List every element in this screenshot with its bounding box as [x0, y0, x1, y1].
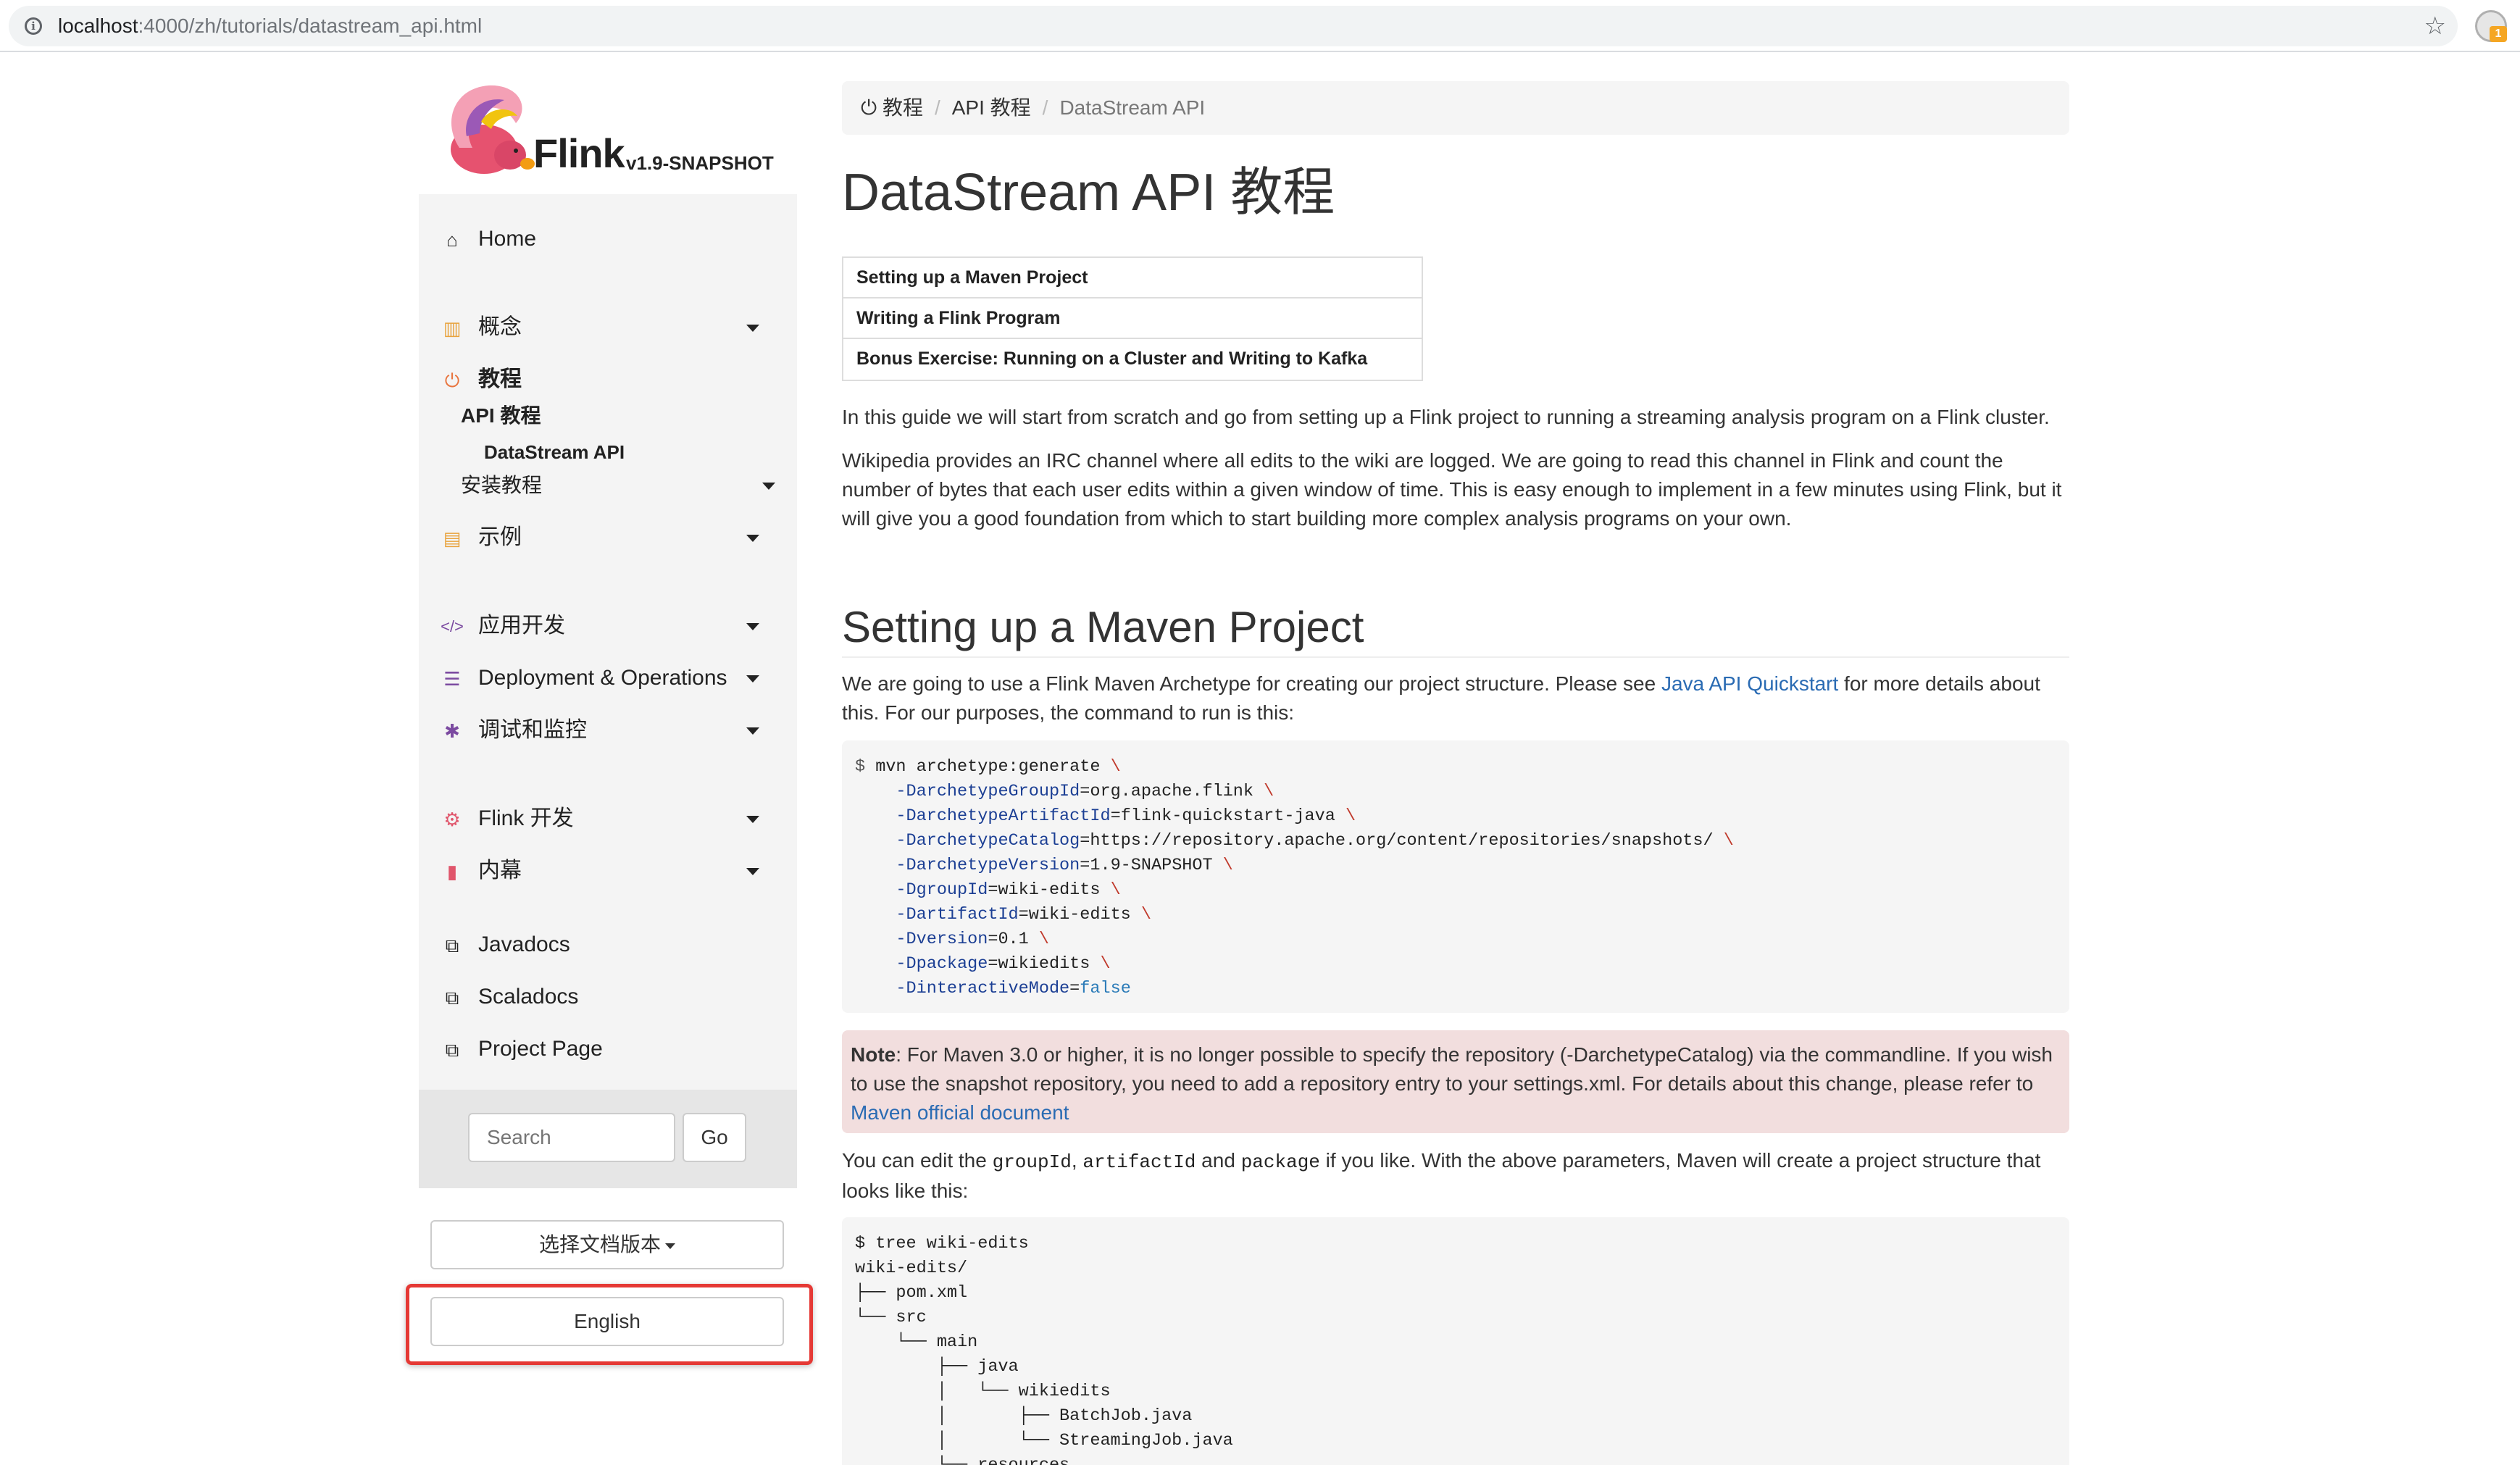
- sidebar-item-javadocs[interactable]: ⧉ Javadocs: [441, 927, 775, 962]
- sidebar-item-scaladocs[interactable]: ⧉ Scaladocs: [441, 980, 775, 1014]
- chevron-down-icon: [746, 535, 759, 542]
- sidebar-subitem-datastream[interactable]: DataStream API: [484, 438, 625, 467]
- breadcrumb-separator: /: [1042, 96, 1048, 119]
- logo-name: Flink: [533, 130, 625, 176]
- toc-item[interactable]: Writing a Flink Program: [843, 299, 1422, 339]
- sidebar-item-examples[interactable]: ▤ 示例: [441, 520, 775, 555]
- external-link-icon: ⧉: [445, 987, 459, 1009]
- tree-code-block: $ tree wiki-edits wiki-edits/ ├── pom.xm…: [842, 1217, 2069, 1465]
- breadcrumb-api[interactable]: API 教程: [952, 96, 1031, 119]
- sidebar-item-debugging[interactable]: ✱ 调试和监控: [441, 713, 775, 748]
- chevron-down-icon: [746, 623, 759, 630]
- external-link-icon: ⧉: [445, 1039, 459, 1061]
- breadcrumb-tutorials[interactable]: 教程: [883, 96, 923, 119]
- power-icon: ⏻: [861, 96, 877, 119]
- file-code-icon: ▤: [443, 527, 462, 549]
- intro-paragraph-2: Wikipedia provides an IRC channel where …: [842, 449, 2062, 530]
- english-language-button[interactable]: English: [430, 1297, 784, 1346]
- mvn-code-block: $ mvn archetype:generate \ -DarchetypeGr…: [842, 740, 2069, 1013]
- home-icon: ⌂: [446, 229, 458, 251]
- sidebar-subitem-install[interactable]: 安装教程: [461, 471, 542, 500]
- url-text[interactable]: localhost:4000/zh/tutorials/datastream_a…: [58, 15, 482, 37]
- sliders-icon: ☰: [443, 668, 461, 690]
- java-api-quickstart-link[interactable]: Java API Quickstart: [1661, 672, 1838, 695]
- breadcrumb-separator: /: [934, 96, 940, 119]
- version-select-button[interactable]: 选择文档版本: [430, 1220, 784, 1269]
- go-button[interactable]: Go: [683, 1113, 746, 1162]
- book-icon: ▮: [446, 861, 458, 882]
- sidebar-item-dev[interactable]: </> 应用开发: [441, 609, 775, 643]
- chevron-down-icon: [746, 868, 759, 875]
- toc-item[interactable]: Setting up a Maven Project: [843, 258, 1422, 299]
- chevron-down-icon: [762, 483, 775, 490]
- section-heading: Setting up a Maven Project: [842, 598, 2069, 658]
- sidebar-item-tutorials[interactable]: ⏻ 教程: [441, 362, 775, 397]
- gears-icon: ⚙: [443, 809, 461, 830]
- chevron-down-icon: [746, 727, 759, 735]
- sidebar-item-flink-dev[interactable]: ⚙ Flink 开发: [441, 801, 775, 836]
- chevron-down-icon: [746, 816, 759, 823]
- breadcrumb-current: DataStream API: [1059, 96, 1206, 119]
- toc-item[interactable]: Bonus Exercise: Running on a Cluster and…: [843, 339, 1422, 380]
- sidebar-item-deployment[interactable]: ☰ Deployment & Operations: [441, 661, 775, 696]
- maven-official-document-link[interactable]: Maven official document: [851, 1101, 1069, 1124]
- note-alert: Note: For Maven 3.0 or higher, it is no …: [842, 1030, 2069, 1133]
- table-of-contents: Setting up a Maven Project Writing a Fli…: [842, 256, 1423, 381]
- edit-paragraph: You can edit the groupId, artifactId and…: [842, 1149, 2041, 1202]
- maven-paragraph: We are going to use a Flink Maven Archet…: [842, 672, 2040, 724]
- sidebar-item-project-page[interactable]: ⧉ Project Page: [441, 1032, 775, 1067]
- browser-toolbar: i localhost:4000/zh/tutorials/datastream…: [0, 0, 2520, 52]
- sidebar-item-internals[interactable]: ▮ 内幕: [441, 853, 775, 888]
- sidebar: ⌂ Home ▥ 概念 ⏻ 教程 API 教程 DataStream API 安…: [419, 194, 797, 1090]
- info-icon[interactable]: i: [25, 17, 42, 35]
- flink-logo[interactable]: Flink v1.9-SNAPSHOT: [438, 78, 785, 185]
- breadcrumb: ⏻ 教程 / API 教程 / DataStream API: [842, 81, 2069, 135]
- extension-badge: 1: [2490, 26, 2507, 42]
- logo-version: v1.9-SNAPSHOT: [626, 152, 774, 174]
- chevron-down-icon: [746, 675, 759, 683]
- squirrel-logo-icon: [451, 85, 535, 174]
- bookmark-star-icon[interactable]: ☆: [2424, 13, 2446, 39]
- bug-icon: ✱: [444, 720, 460, 742]
- sidebar-item-concepts[interactable]: ▥ 概念: [441, 310, 775, 345]
- address-bar[interactable]: i localhost:4000/zh/tutorials/datastream…: [9, 6, 2458, 46]
- external-link-icon: ⧉: [445, 935, 459, 956]
- power-icon: ⏻: [444, 370, 460, 391]
- sidebar-subitem-api[interactable]: API 教程: [461, 401, 541, 430]
- intro-paragraph-1: In this guide we will start from scratch…: [842, 406, 2050, 428]
- chevron-down-icon: [746, 325, 759, 332]
- page-title: DataStream API 教程: [842, 164, 1335, 222]
- code-icon: </>: [441, 617, 464, 635]
- search-input[interactable]: [468, 1113, 675, 1162]
- map-icon: ▥: [443, 317, 462, 339]
- sidebar-item-home[interactable]: ⌂ Home: [441, 222, 775, 256]
- caret-down-icon: [665, 1243, 675, 1249]
